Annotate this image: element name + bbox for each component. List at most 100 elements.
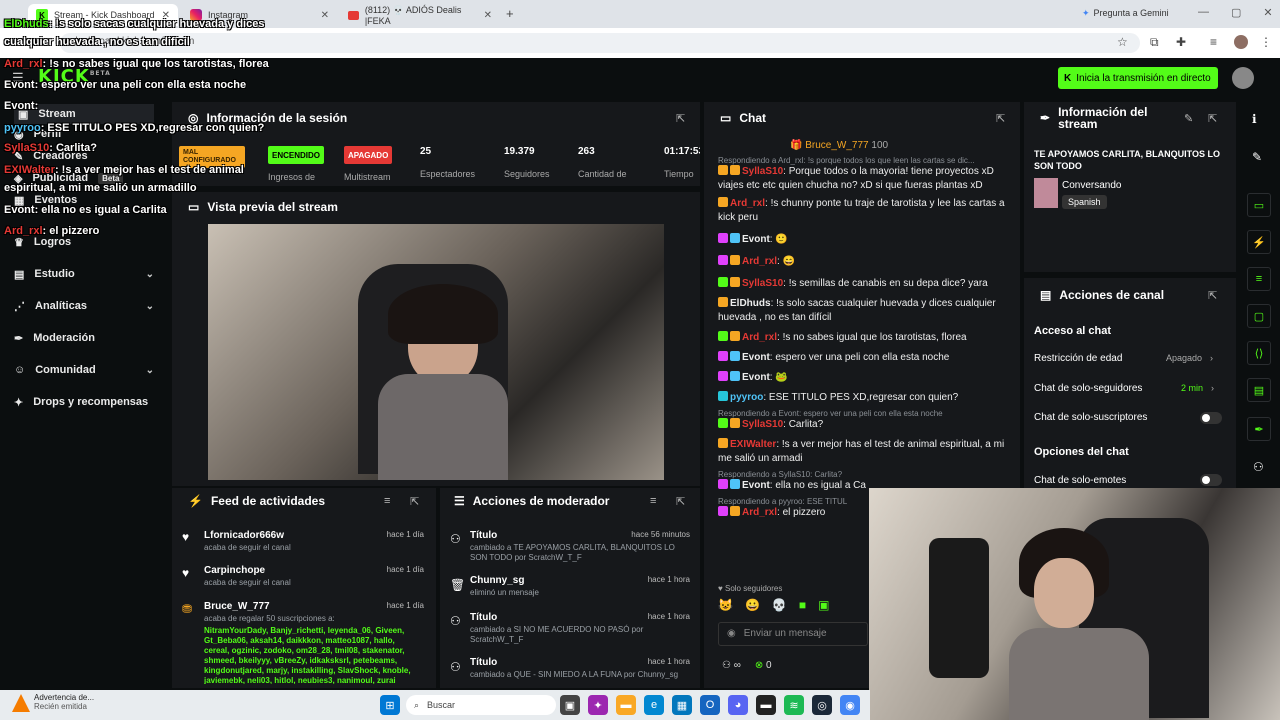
- streamer-shirt: [378, 374, 508, 480]
- trophy-icon: ♛: [14, 236, 24, 249]
- chat-message: EXIWalter: !s a ver mejor has el test de…: [718, 438, 1005, 464]
- rail-wrench-icon[interactable]: ✒: [1247, 417, 1271, 441]
- rail-chat-icon[interactable]: ▢: [1247, 304, 1271, 328]
- sidebar-item-drops[interactable]: ✦ Drops y recompensas: [14, 392, 174, 412]
- category-thumbnail[interactable]: [1034, 178, 1058, 208]
- bookmark-star-icon[interactable]: ☆: [1117, 35, 1128, 49]
- emote-icon[interactable]: ▣: [818, 598, 829, 612]
- taskview-icon[interactable]: ▣: [560, 695, 580, 715]
- stream-video[interactable]: [208, 224, 664, 480]
- heart-icon: ♥: [182, 530, 190, 544]
- edit-pencil-icon[interactable]: ✎: [1184, 112, 1193, 125]
- url-input[interactable]: dashboard.kick.com/stream: [60, 33, 1140, 53]
- chat-bubble-icon: ▭: [720, 111, 732, 125]
- rail-list-icon[interactable]: ≡: [1247, 267, 1271, 291]
- overlay-chat-line: EXIWalter: !s a ver mejor has el test de…: [4, 164, 244, 176]
- popout-icon[interactable]: ⇱: [676, 112, 685, 125]
- rail-code-icon[interactable]: ⟨⟩: [1247, 341, 1271, 365]
- store-icon[interactable]: ▦: [672, 695, 692, 715]
- bolt-icon: ⚡: [188, 494, 203, 508]
- tab-youtube[interactable]: (8112) 💀 ADIÓS Dealis |FEKA ✕: [340, 4, 500, 26]
- infinity-icon[interactable]: ⚇ ∞: [722, 660, 741, 671]
- overlay-chat-line: Evont: espero ver una peli con ella esta…: [4, 79, 247, 91]
- file-explorer-icon[interactable]: ▬: [616, 695, 636, 715]
- notification[interactable]: Advertencia de... Recién emitida: [34, 693, 94, 711]
- terminal-icon[interactable]: ▬: [756, 695, 776, 715]
- emote-icon[interactable]: 😺: [718, 598, 733, 612]
- rail-bolt-icon[interactable]: ⚡: [1247, 230, 1271, 254]
- chat-message: pyyroo: ESE TITULO PES XD,regresar con q…: [718, 391, 1008, 405]
- community-icon: ☺: [14, 364, 26, 376]
- subs-only-toggle[interactable]: [1200, 412, 1222, 424]
- windows-start-icon[interactable]: ⊞: [380, 695, 400, 715]
- pinned-gifter[interactable]: 🎁 Bruce_W_777 100: [790, 140, 888, 151]
- rail-users-icon[interactable]: ⚇: [1253, 460, 1264, 474]
- go-live-button[interactable]: K Inicia la transmisión en directo: [1058, 67, 1218, 89]
- extension-icon[interactable]: ⧉: [1150, 35, 1159, 50]
- chat-message: Evont: 🐸: [718, 371, 1008, 385]
- filter-icon[interactable]: ≡: [650, 495, 656, 507]
- status-off-badge: APAGADO: [344, 146, 393, 164]
- sidebar-item-comunidad[interactable]: ☺ Comunidad ⌄: [14, 360, 154, 380]
- maximize-icon[interactable]: ▢: [1231, 6, 1241, 19]
- popout-icon[interactable]: ⇱: [996, 112, 1005, 125]
- gemini-button[interactable]: ✦ Pregunta a Gemini: [1082, 8, 1169, 19]
- user-avatar[interactable]: [1232, 67, 1254, 89]
- edge-icon[interactable]: e: [644, 695, 664, 715]
- streamer-hair: [388, 284, 498, 344]
- category-name[interactable]: Conversando: [1062, 180, 1121, 191]
- emote-icon[interactable]: 💀: [772, 598, 787, 612]
- copilot-icon[interactable]: ✦: [588, 695, 608, 715]
- pencil-icon[interactable]: ✎: [1252, 150, 1262, 164]
- new-tab-icon[interactable]: +: [506, 6, 514, 21]
- popout-icon[interactable]: ⇱: [676, 495, 685, 508]
- filter-icon[interactable]: ≡: [384, 495, 390, 507]
- profile-avatar[interactable]: [1234, 35, 1248, 49]
- studio-icon: ▤: [14, 268, 25, 281]
- emote-icon[interactable]: 😀: [745, 598, 760, 612]
- rail-video-icon[interactable]: ▭: [1247, 193, 1271, 217]
- emote-icon[interactable]: ■: [799, 598, 806, 612]
- stream-info-title: ✒ Información del stream: [1040, 105, 1148, 131]
- close-window-icon[interactable]: ✕: [1263, 6, 1272, 19]
- popout-icon[interactable]: ⇱: [1208, 112, 1217, 125]
- chat-settings-icon[interactable]: ◉: [727, 628, 736, 640]
- spotify-icon[interactable]: ≋: [784, 695, 804, 715]
- streamer-face: [1034, 558, 1094, 628]
- popout-icon[interactable]: ⇱: [1208, 289, 1217, 302]
- followers-only-select[interactable]: 2 min ›: [1181, 383, 1214, 393]
- popout-icon[interactable]: ⇱: [410, 495, 419, 508]
- overlay-chat-line: Ard_rxl: el pizzero: [4, 225, 100, 237]
- minimize-icon[interactable]: —: [1198, 6, 1209, 19]
- steam-icon[interactable]: ◎: [812, 695, 832, 715]
- chat-message: Evont: 🙂: [718, 233, 1008, 247]
- wrench-icon: ✒: [14, 332, 24, 345]
- queue-icon[interactable]: ≡: [1210, 35, 1217, 49]
- chevron-right-icon: ›: [1210, 353, 1214, 363]
- chat-input[interactable]: ◉ Enviar un mensaje: [718, 622, 868, 646]
- sidebar-item-moderacion[interactable]: ✒ Moderación: [14, 328, 154, 348]
- kick-coin-icon: ⊗: [754, 660, 764, 671]
- chrome-icon[interactable]: ◉: [840, 695, 860, 715]
- chevron-down-icon: ⌄: [145, 300, 154, 312]
- subs-stat: 263Cantidad de suscripciones: [578, 146, 633, 180]
- wrench-icon: ✒: [1040, 111, 1051, 125]
- sidebar-item-analiticas[interactable]: ⋰ Analíticas ⌄: [14, 296, 154, 316]
- taskbar-search[interactable]: ⌕ Buscar: [406, 695, 556, 715]
- sidebar-item-estudio[interactable]: ▤ Estudio ⌄: [14, 264, 154, 284]
- outlook-icon[interactable]: O: [700, 695, 720, 715]
- close-tab-icon[interactable]: ✕: [484, 10, 492, 21]
- close-tab-icon[interactable]: ✕: [321, 10, 329, 21]
- chat-footer: ⚇ ∞ ⊗ 0: [722, 660, 772, 671]
- feed-item: Bruce_W_777 acaba de regalar 50 suscripci…: [204, 601, 424, 623]
- emote-icon: 🐸: [775, 372, 788, 383]
- menu-kebab-icon[interactable]: ⋮: [1260, 35, 1272, 49]
- age-restriction-select[interactable]: Apagado ›: [1166, 353, 1213, 363]
- rail-panel-icon[interactable]: ▤: [1247, 378, 1271, 402]
- chat-message: Ard_rxl: 😄: [718, 255, 1008, 269]
- info-icon[interactable]: ℹ: [1252, 112, 1257, 126]
- puzzle-icon[interactable]: ✚: [1176, 35, 1186, 49]
- emotes-only-toggle[interactable]: [1200, 474, 1222, 486]
- chat-message: ElDhuds: !s solo sacas cualquier huevada…: [718, 297, 996, 323]
- discord-icon[interactable]: ◕: [728, 695, 748, 715]
